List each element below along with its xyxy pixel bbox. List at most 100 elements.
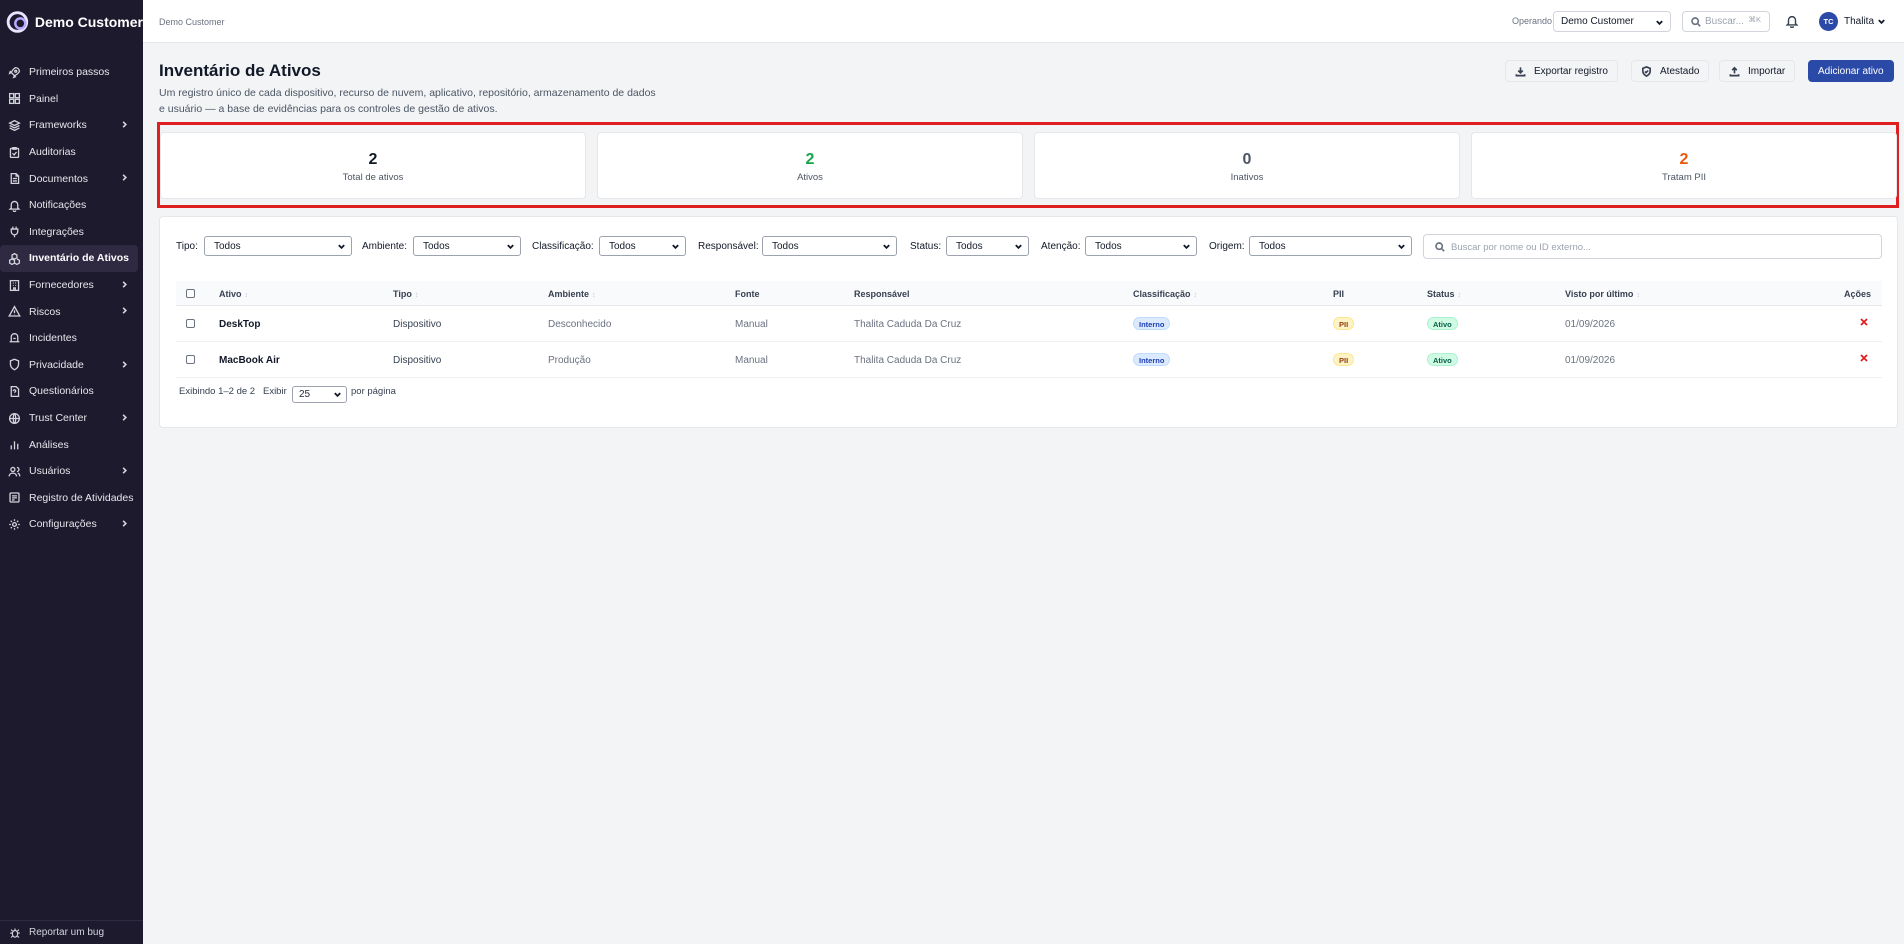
export-register-button[interactable]: Exportar registro <box>1505 60 1618 82</box>
sidebar-item-primeiros-passos[interactable]: Primeiros passos <box>0 59 143 86</box>
sidebar-item-usuarios[interactable]: Usuários <box>0 458 143 485</box>
sidebar-item-inventario-de-ativos[interactable]: Inventário de Ativos <box>0 245 138 272</box>
sidebar-item-trust-center[interactable]: Trust Center <box>0 405 143 432</box>
asset-name-link[interactable]: MacBook Air <box>219 355 280 366</box>
chevron-down-icon <box>506 242 515 254</box>
add-asset-button[interactable]: Adicionar ativo <box>1808 60 1894 82</box>
search-shortcut: ⌘K <box>1748 15 1761 24</box>
delete-asset-x-icon[interactable] <box>1859 353 1871 365</box>
chevron-down-icon <box>882 242 891 254</box>
report-bug-link[interactable]: Reportar um bug <box>0 920 143 944</box>
shield-icon <box>8 358 21 371</box>
search-icon <box>1691 17 1701 27</box>
chevron-down-icon <box>1182 242 1191 254</box>
sidebar-item-notificacoes[interactable]: Notificações <box>0 192 143 219</box>
sidebar-item-documentos[interactable]: Documentos <box>0 165 143 192</box>
chevron-right-icon <box>120 466 129 475</box>
sidebar-item-privacidade[interactable]: Privacidade <box>0 352 143 379</box>
column-header[interactable]: Tipo ↕ <box>393 289 418 299</box>
sidebar-item-incidentes[interactable]: Incidentes <box>0 325 143 352</box>
column-header[interactable]: Status ↕ <box>1427 289 1461 299</box>
filter-select-value: Todos <box>214 241 241 252</box>
sidebar-item-integracoes[interactable]: Integrações <box>0 219 143 246</box>
import-button[interactable]: Importar <box>1719 60 1796 82</box>
stat-value: 0 <box>1242 151 1252 168</box>
sidebar-item-analises[interactable]: Análises <box>0 431 143 458</box>
delete-asset-x-icon[interactable] <box>1859 317 1871 329</box>
filter-select-tipo[interactable]: Todos <box>204 236 352 256</box>
per-page-label: por página <box>351 386 396 397</box>
chevron-right-icon <box>120 306 129 315</box>
sidebar-item-label: Privacidade <box>29 358 84 371</box>
asset-search-input[interactable]: Buscar por nome ou ID externo... <box>1423 234 1882 259</box>
sort-icon: ↕ <box>1193 292 1198 299</box>
import-label: Importar <box>1748 65 1786 77</box>
filter-select-classificacao[interactable]: Todos <box>599 236 686 256</box>
filter-select-value: Todos <box>423 241 450 252</box>
chevron-down-icon <box>337 242 346 254</box>
brand[interactable]: Demo Customer <box>0 0 143 43</box>
filter-label-ambiente: Ambiente: <box>362 241 408 252</box>
sidebar-item-frameworks[interactable]: Frameworks <box>0 112 143 139</box>
page-size-select[interactable]: 25 <box>292 386 347 403</box>
user-menu-chevron-icon[interactable] <box>1877 17 1886 26</box>
bar-chart-icon <box>8 438 21 451</box>
asset-environment: Produção <box>548 355 591 366</box>
notifications-bell-icon[interactable] <box>1785 14 1799 29</box>
column-header-label: Status <box>1427 289 1455 299</box>
chevron-right-icon <box>120 519 129 528</box>
sidebar: Demo Customer Primeiros passos Painel Fram… <box>0 0 143 944</box>
select-all-checkbox[interactable] <box>186 289 195 298</box>
asset-owner: Thalita Caduda Da Cruz <box>854 355 962 366</box>
column-header-label: Tipo <box>393 289 412 299</box>
filter-select-value: Todos <box>1259 241 1286 252</box>
column-header[interactable]: Classificação ↕ <box>1133 289 1197 299</box>
breadcrumb[interactable]: Demo Customer <box>159 17 225 27</box>
filter-select-origem[interactable]: Todos <box>1249 236 1412 256</box>
sidebar-item-label: Auditorias <box>29 146 76 159</box>
filter-select-status[interactable]: Todos <box>946 236 1029 256</box>
sidebar-item-fornecedores[interactable]: Fornecedores <box>0 272 143 299</box>
sidebar-item-configuracoes[interactable]: Configurações <box>0 511 143 538</box>
classification-badge: Interno <box>1133 353 1171 366</box>
attestation-button[interactable]: Atestado <box>1631 60 1710 82</box>
column-header[interactable]: Ativo ↕ <box>219 289 248 299</box>
chevron-right-icon <box>120 413 129 422</box>
row-checkbox[interactable] <box>186 319 195 328</box>
brand-name: Demo Customer <box>34 13 143 30</box>
column-header[interactable]: Ambiente ↕ <box>548 289 596 299</box>
operating-select-value: Demo Customer <box>1561 16 1634 27</box>
global-search-input[interactable]: Buscar... ⌘K <box>1682 11 1770 32</box>
sidebar-item-registro-de-atividades[interactable]: Registro de Atividades <box>0 485 143 512</box>
globe-icon <box>8 412 21 425</box>
pagination-showing: Exibindo 1–2 de 2 Exibir <box>179 386 287 397</box>
sidebar-item-painel[interactable]: Painel <box>0 86 143 113</box>
questionnaire-icon <box>8 385 21 398</box>
asset-name-link[interactable]: DeskTop <box>219 319 261 330</box>
sidebar-item-label: Primeiros passos <box>29 66 110 79</box>
sidebar-item-questionarios[interactable]: Questionários <box>0 378 143 405</box>
column-header[interactable]: Visto por último ↕ <box>1565 289 1640 299</box>
filter-select-responsavel[interactable]: Todos <box>762 236 897 256</box>
stat-label: Inativos <box>1230 172 1264 183</box>
pii-badge: PII <box>1333 353 1355 366</box>
global-search-placeholder: Buscar... <box>1705 16 1744 27</box>
sidebar-item-auditorias[interactable]: Auditorias <box>0 139 143 166</box>
sidebar-item-label: Painel <box>29 92 59 105</box>
operating-select[interactable]: Demo Customer <box>1553 11 1671 32</box>
rocket-icon <box>8 66 21 79</box>
table-row[interactable]: MacBook Air Dispositivo Produção Manual Thal… <box>176 342 1882 378</box>
shield-check-icon <box>1642 65 1651 77</box>
sort-icon: ↕ <box>592 292 596 299</box>
table-row[interactable]: DeskTop Dispositivo Desconhecido Manual Thal… <box>176 306 1882 342</box>
user-avatar[interactable]: TC <box>1819 12 1838 31</box>
sidebar-item-riscos[interactable]: Riscos <box>0 298 143 325</box>
column-header-label: Ativo <box>219 289 242 299</box>
chevron-right-icon <box>120 280 129 289</box>
user-name[interactable]: Thalita <box>1844 16 1874 27</box>
document-icon <box>8 172 21 185</box>
filter-select-atencao[interactable]: Todos <box>1085 236 1197 256</box>
plug-icon <box>8 225 21 238</box>
row-checkbox[interactable] <box>186 355 195 364</box>
filter-select-ambiente[interactable]: Todos <box>413 236 521 256</box>
